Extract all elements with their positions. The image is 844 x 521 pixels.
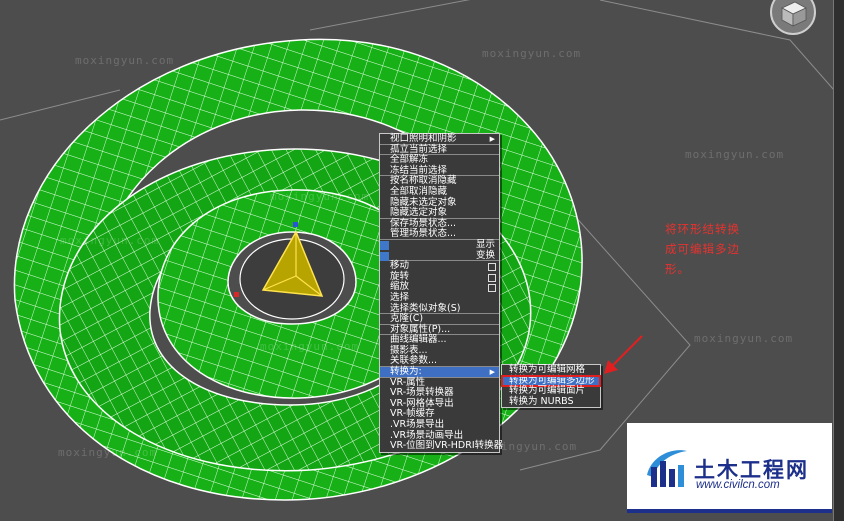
menu-item-label: VR-帧缓存 <box>390 408 435 420</box>
logo-underline <box>627 509 832 513</box>
watermark: moxingyun.com <box>270 190 370 203</box>
watermark: moxingyun.com <box>694 332 794 345</box>
watermark: moxingyun.com <box>685 148 785 161</box>
menu-item-label: 选择类似对象(S) <box>390 302 461 314</box>
settings-box-icon[interactable] <box>488 273 496 282</box>
menu-item-label: 移动 <box>390 260 410 272</box>
quad-header-display: 显示 <box>380 238 499 251</box>
submenu-arrow-icon: ▶ <box>489 135 495 143</box>
menu-item-label: 缩放 <box>390 281 410 293</box>
menu-item-label: 转换为: <box>390 366 422 378</box>
annotation-line: 将环形结转换 <box>665 222 740 236</box>
menu-item-label: 克隆(C) <box>390 313 424 325</box>
menu-item-label: 曲线编辑器... <box>390 334 447 346</box>
settings-box-icon[interactable] <box>488 263 496 272</box>
watermark: moxingyun.com <box>60 234 160 247</box>
quad-bar-icon <box>380 251 389 261</box>
menu-item-label: 全部解冻 <box>390 154 429 166</box>
watermark: moxingyun.com <box>75 54 175 67</box>
civilcn-logo-icon <box>647 450 687 487</box>
menu-item-label: .VR场景动画导出 <box>390 429 464 441</box>
menu-item-convert-nurbs[interactable]: 转换为 NURBS <box>502 395 600 408</box>
logo-url: www.civilcn.com <box>696 479 780 491</box>
menu-item-label: 转换为可编辑面片 <box>509 385 586 397</box>
annotation-text: 将环形结转换 成可编辑多边 形。 <box>665 219 777 279</box>
menu-item-label: VR-场景转换器 <box>390 387 454 399</box>
menu-item-label: 按名称取消隐藏 <box>390 175 457 187</box>
annotation-line: 形。 <box>665 262 690 276</box>
site-logo: 土木工程网 www.civilcn.com <box>627 423 832 513</box>
menu-item-label: 孤立当前选择 <box>390 143 448 155</box>
menu-item-label: 隐藏未选定对象 <box>390 196 457 208</box>
convert-to-submenu: 转换为可编辑网格 转换为可编辑多边形 转换为可编辑面片 转换为 NURBS <box>501 364 601 409</box>
watermark: moxingyun.com <box>482 47 582 60</box>
menu-item-label: 隐藏选定对象 <box>390 207 448 219</box>
menu-item-label: 显示 <box>475 238 495 250</box>
viewcube-icon <box>770 0 816 35</box>
side-panel-edge <box>833 0 844 521</box>
context-menu: 视口照明和阴影 ▶ 孤立当前选择 全部解冻 冻结当前选择 按名称取消隐藏 全部取消… <box>379 133 503 453</box>
menu-item-label: 关联参数... <box>390 355 438 367</box>
red-arrow-icon <box>604 335 643 374</box>
quad-bar-icon <box>380 240 389 250</box>
menu-item-label: 转换为可编辑网格 <box>509 364 586 375</box>
menu-item-label: VR-属性 <box>390 376 426 388</box>
menu-item-label: 管理场景状态... <box>390 228 457 240</box>
settings-box-icon[interactable] <box>488 284 496 293</box>
menu-item-label: 选择 <box>390 291 410 303</box>
watermark: moxingyun.com <box>58 446 158 459</box>
menu-item-label: 全部取消隐藏 <box>390 185 448 197</box>
menu-item-vr-bitmap-to-hdri[interactable]: VR-位图到VR-HDRI转换器 <box>380 440 503 452</box>
menu-item-label: .VR场景导出 <box>390 419 445 431</box>
menu-item-label: 变换 <box>475 249 495 261</box>
menu-item-label: 视口照明和阴影 <box>390 133 457 144</box>
menu-item-label: 转换为 NURBS <box>509 395 574 407</box>
menu-item-label: VR-位图到VR-HDRI转换器 <box>390 440 504 452</box>
menu-item-label: 转换为可编辑多边形 <box>509 374 595 386</box>
annotation-line: 成可编辑多边 <box>665 242 740 256</box>
submenu-arrow-icon: ▶ <box>489 368 495 377</box>
watermark: moxingyun.com <box>260 340 360 353</box>
